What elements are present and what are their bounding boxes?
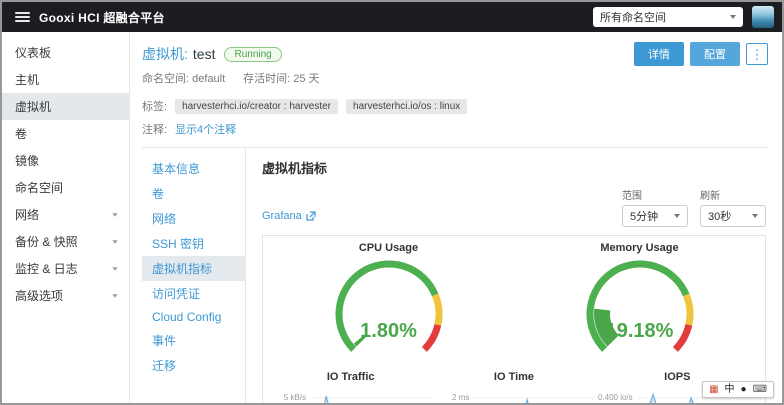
sidebar-item-label: 虚拟机 [15,98,51,115]
grafana-link[interactable]: Grafana [262,210,316,222]
refresh-label: 刷新 [700,187,720,202]
y-tick-label: 2 ms [452,393,469,402]
namespace-select[interactable]: 所有命名空间 [593,7,743,27]
y-tick-label: 0.400 io/s [598,393,633,402]
memory-usage-gauge [555,254,725,364]
chevron-down-icon [112,267,117,271]
chevron-down-icon [752,214,758,218]
annotations-label: 注释: [142,121,167,137]
sidebar-item-advanced[interactable]: 高级选项 [2,282,129,309]
chevron-down-icon [112,240,117,244]
app-title: Gooxi HCI 超融合平台 [39,9,165,26]
metrics-title: 虚拟机指标 [262,158,766,177]
tab-migration[interactable]: 迁移 [142,353,245,378]
tab-cloud-config[interactable]: Cloud Config [142,306,245,328]
refresh-select[interactable]: 30秒 [700,205,766,227]
config-button[interactable]: 配置 [690,42,740,66]
namespace-meta: 命名空间: default [142,70,225,86]
chevron-down-icon [112,213,117,217]
annotations-link[interactable]: 显示4个注释 [175,121,236,137]
tab-networks[interactable]: 网络 [142,206,245,231]
sidebar-item-networks[interactable]: 网络 [2,201,129,228]
more-actions-button[interactable]: ⋮ [746,43,768,65]
mini-chart-io-traffic: IO Traffic 5 kB/s 4 kB/s 3 kB/s [269,371,432,405]
sidebar-item-hosts[interactable]: 主机 [2,66,129,93]
tag-chip: harvesterhci.io/os : linux [346,99,467,114]
chart-title: IO Traffic [269,371,432,383]
tag-chip: harvesterhci.io/creator : harvester [175,99,338,114]
chart-title: IO Time [432,371,595,383]
sidebar-item-label: 主机 [15,71,39,88]
resource-kind: 虚拟机: [142,44,188,64]
status-badge: Running [224,47,281,62]
menu-icon[interactable] [15,12,30,22]
app-window: Gooxi HCI 超融合平台 所有命名空间 仪表板 主机 虚拟机 卷 镜像 命… [0,0,784,405]
sidebar-item-volumes[interactable]: 卷 [2,120,129,147]
tab-ssh-keys[interactable]: SSH 密钥 [142,231,245,256]
sidebar-item-label: 监控 & 日志 [15,260,78,277]
tab-access-credentials[interactable]: 访问凭证 [142,281,245,306]
sidebar-item-label: 卷 [15,125,27,142]
io-time-chart [474,388,595,405]
metrics-panel: 虚拟机指标 Grafana 范围 [246,148,768,403]
y-axis-labels: 0.400 io/s 0.300 io/s 0.200 io/s [596,388,638,405]
ime-input-method-icon[interactable]: ▦ [709,383,718,396]
ime-keyboard-icon[interactable]: ⌨ [753,383,767,396]
metrics-charts: CPU Usage 1.80% Memory Usage [262,235,766,405]
chart-title: CPU Usage [263,242,514,254]
gauge-value: 19.18% [555,320,725,343]
gauge-panel-memory: Memory Usage 19.18% [514,242,765,369]
app-header: Gooxi HCI 超融合平台 所有命名空间 [2,2,782,32]
sidebar-item-label: 命名空间 [15,179,63,196]
y-tick-label: 5 kB/s [284,393,306,402]
sidebar-item-label: 镜像 [15,152,39,169]
chart-title: Memory Usage [514,242,765,254]
grafana-link-label: Grafana [262,210,302,222]
sidebar-item-label: 备份 & 快照 [15,233,78,250]
detail-tabs: 基本信息 卷 网络 SSH 密钥 虚拟机指标 访问凭证 Cloud Config… [142,148,246,403]
namespace-select-value: 所有命名空间 [600,9,666,25]
sidebar-item-backup-snapshot[interactable]: 备份 & 快照 [2,228,129,255]
chevron-down-icon [674,214,680,218]
sidebar-item-label: 网络 [15,206,39,223]
refresh-select-value: 30秒 [708,208,731,224]
labels-label: 标签: [142,98,167,114]
sidebar-item-namespaces[interactable]: 命名空间 [2,174,129,201]
tab-events[interactable]: 事件 [142,328,245,353]
range-label: 范围 [622,187,642,202]
sidebar-item-label: 高级选项 [15,287,63,304]
chevron-down-icon [112,294,117,298]
sidebar-item-virtual-machines[interactable]: 虚拟机 [2,93,129,120]
cpu-usage-gauge [304,254,474,364]
sidebar-item-images[interactable]: 镜像 [2,147,129,174]
gauge-panel-cpu: CPU Usage 1.80% [263,242,514,369]
sidebar: 仪表板 主机 虚拟机 卷 镜像 命名空间 网络 备份 & 快照 监控 & 日志 … [2,32,130,403]
resource-name: test [193,46,216,62]
details-button[interactable]: 详情 [634,42,684,66]
gauge-value: 1.80% [304,320,474,343]
tab-volumes[interactable]: 卷 [142,181,245,206]
sidebar-item-label: 仪表板 [15,44,51,61]
range-select[interactable]: 5分钟 [622,205,688,227]
sidebar-item-monitoring-logs[interactable]: 监控 & 日志 [2,255,129,282]
y-axis-labels: 5 kB/s 4 kB/s 3 kB/s [269,388,311,405]
sidebar-item-dashboard[interactable]: 仪表板 [2,39,129,66]
ime-toolbar[interactable]: ▦ 中 ● ⌨ [702,381,774,398]
range-select-value: 5分钟 [630,208,658,224]
chevron-down-icon [730,15,736,19]
external-link-icon [306,211,316,221]
tab-vm-metrics[interactable]: 虚拟机指标 [142,256,245,281]
ime-language-icon[interactable]: 中 [725,383,735,396]
ime-fullwidth-icon[interactable]: ● [741,383,747,396]
main-content: 虚拟机: test Running 详情 配置 ⋮ 命名空间: default … [130,32,782,403]
io-traffic-chart [311,388,432,405]
user-avatar[interactable] [752,6,774,28]
y-axis-labels: 2 ms 1.50 ms 1 ms [432,388,474,405]
age-meta: 存活时间: 25 天 [243,70,319,86]
mini-chart-io-time: IO Time 2 ms 1.50 ms 1 ms [432,371,595,405]
tab-basics[interactable]: 基本信息 [142,156,245,181]
